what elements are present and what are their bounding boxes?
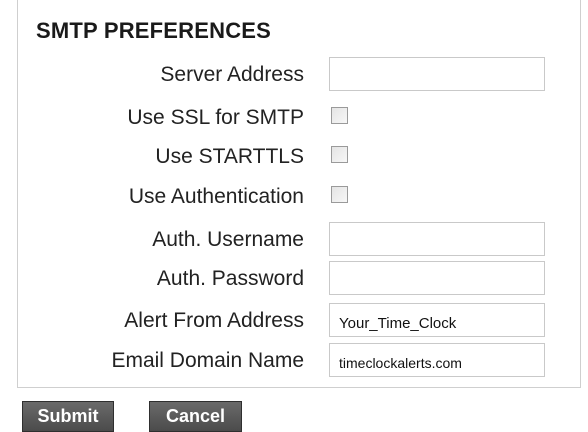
server-address-row: Server Address [0,57,588,93]
use-ssl-checkbox[interactable] [331,107,348,124]
auth-username-row: Auth. Username [0,222,588,258]
auth-username-input[interactable] [329,222,545,256]
email-domain-name-label: Email Domain Name [111,349,304,372]
email-domain-name-row: Email Domain Name [0,343,588,379]
use-authentication-row: Use Authentication [0,179,588,215]
auth-password-row: Auth. Password [0,261,588,297]
server-address-input[interactable] [329,57,545,91]
use-authentication-label: Use Authentication [128,185,304,208]
auth-password-label: Auth. Password [156,267,304,290]
use-ssl-label: Use SSL for SMTP [127,106,304,129]
use-authentication-checkbox[interactable] [331,186,348,203]
alert-from-address-label: Alert From Address [124,309,304,332]
email-domain-name-input[interactable] [329,343,545,377]
use-starttls-checkbox[interactable] [331,146,348,163]
cancel-button[interactable]: Cancel [149,401,242,432]
use-starttls-row: Use STARTTLS [0,139,588,175]
alert-from-address-row: Alert From Address [0,303,588,339]
section-title: SMTP PREFERENCES [36,18,272,43]
use-ssl-row: Use SSL for SMTP [0,100,588,136]
server-address-label: Server Address [160,63,304,86]
auth-username-label: Auth. Username [152,228,304,251]
use-starttls-label: Use STARTTLS [155,145,304,168]
alert-from-address-input[interactable] [329,303,545,337]
auth-password-input[interactable] [329,261,545,295]
submit-button[interactable]: Submit [22,401,114,432]
